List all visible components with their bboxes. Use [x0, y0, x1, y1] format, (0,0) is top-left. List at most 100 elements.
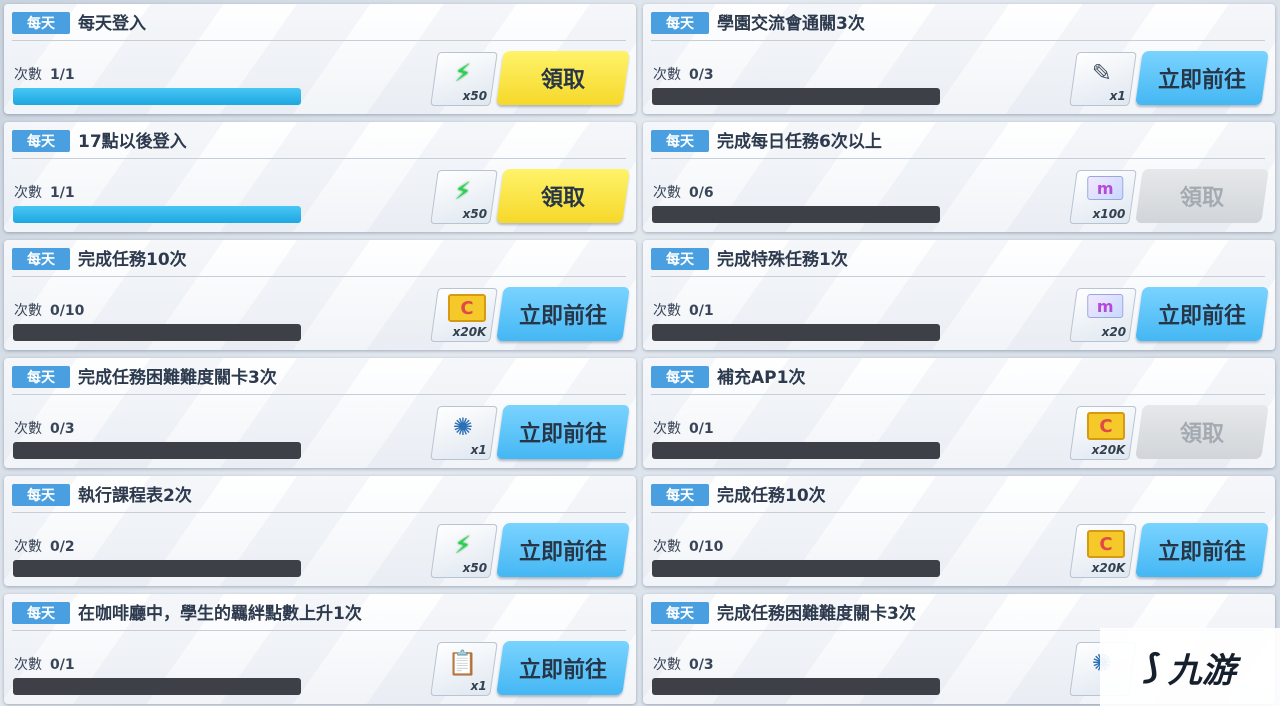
go-now-button[interactable]: 立即前往 — [1135, 51, 1269, 105]
mission-title: 完成任務困難難度關卡3次 — [78, 368, 277, 388]
button-label: 立即前往 — [518, 540, 607, 565]
reward-item[interactable]: m x100 — [1069, 170, 1137, 224]
progress-bar — [652, 560, 940, 577]
watermark-logo-icon: ⟆ — [1144, 647, 1160, 687]
count-value: 0/1 — [689, 421, 714, 437]
go-now-button[interactable]: 立即前往 — [496, 523, 630, 577]
divider — [651, 394, 1265, 395]
count-value: 1/1 — [50, 185, 75, 201]
count-label: 次數 — [14, 67, 42, 83]
button-label: 領取 — [1179, 186, 1224, 211]
reward-item[interactable]: C x20K — [430, 288, 498, 342]
daily-tag: 每天 — [12, 366, 70, 388]
mission-card: 每天 完成任務困難難度關卡3次 次數 0/3 ✺ x1 立即前往 — [4, 358, 636, 468]
reward-item[interactable]: 📋 x1 — [430, 642, 498, 696]
reward-item[interactable]: ⚡ x50 — [430, 524, 498, 578]
reward-item[interactable]: C x20K — [1069, 524, 1137, 578]
button-label: 立即前往 — [518, 658, 607, 683]
credit-card-icon: C — [1086, 530, 1125, 558]
reward-item[interactable]: ✎ x1 — [1069, 52, 1137, 106]
mission-card: 每天 每天登入 次數 1/1 ⚡ x50 領取 — [4, 4, 636, 114]
button-label: 立即前往 — [1157, 540, 1246, 565]
divider — [12, 394, 626, 395]
progress-bar — [13, 88, 301, 105]
claim-button[interactable]: 領取 — [1135, 405, 1269, 459]
mission-title: 執行課程表2次 — [78, 486, 192, 506]
button-label: 領取 — [540, 68, 585, 93]
credit-card-icon: C — [1086, 412, 1125, 440]
shard-icon: ✺ — [452, 413, 473, 441]
reward-quantity: x1 — [1109, 89, 1126, 103]
reward-item[interactable]: C x20K — [1069, 406, 1137, 460]
button-label: 立即前往 — [1157, 304, 1246, 329]
progress-bar — [13, 324, 301, 341]
go-now-button[interactable]: 立即前往 — [496, 405, 630, 459]
count-value: 0/10 — [50, 303, 85, 319]
count-label: 次數 — [653, 67, 681, 83]
divider — [12, 630, 626, 631]
key-icon: ✎ — [1091, 59, 1112, 87]
count-value: 0/6 — [689, 185, 714, 201]
mission-count: 次數 0/10 — [653, 536, 723, 556]
site-watermark: ⟆ 九游 — [1100, 628, 1280, 706]
mission-card: 每天 在咖啡廳中，學生的羈絆點數上升1次 次數 0/1 📋 x1 立即前往 — [4, 594, 636, 704]
energy-icon: ⚡ — [454, 177, 472, 205]
daily-tag: 每天 — [651, 130, 709, 152]
reward-item[interactable]: ⚡ x50 — [430, 170, 498, 224]
daily-tag: 每天 — [12, 12, 70, 34]
go-now-button[interactable]: 立即前往 — [1135, 523, 1269, 577]
mission-title: 完成每日任務6次以上 — [717, 132, 882, 152]
count-label: 次數 — [14, 539, 42, 555]
reward-item[interactable]: ✺ x1 — [430, 406, 498, 460]
progress-bar — [13, 560, 301, 577]
mission-count: 次數 1/1 — [14, 64, 75, 84]
mission-count: 次數 0/6 — [653, 182, 714, 202]
mission-title: 完成特殊任務1次 — [717, 250, 848, 270]
mission-card: 每天 17點以後登入 次數 1/1 ⚡ x50 領取 — [4, 122, 636, 232]
divider — [12, 276, 626, 277]
claim-button[interactable]: 領取 — [1135, 169, 1269, 223]
button-label: 立即前往 — [518, 304, 607, 329]
daily-tag: 每天 — [12, 130, 70, 152]
mission-count: 次數 0/10 — [14, 300, 84, 320]
credit-card-icon: C — [447, 294, 486, 322]
button-label: 領取 — [1179, 422, 1224, 447]
mission-count: 次數 0/1 — [653, 300, 714, 320]
count-value: 1/1 — [50, 67, 75, 83]
daily-tag: 每天 — [12, 602, 70, 624]
daily-tag: 每天 — [12, 484, 70, 506]
go-now-button[interactable]: 立即前往 — [496, 287, 630, 341]
reward-item[interactable]: ⚡ x50 — [430, 52, 498, 106]
claim-button[interactable]: 領取 — [496, 51, 630, 105]
progress-bar — [652, 324, 940, 341]
progress-bar — [652, 678, 940, 695]
mission-title: 學園交流會通關3次 — [717, 14, 865, 34]
mission-card: 每天 完成特殊任務1次 次數 0/1 m x20 立即前往 — [643, 240, 1275, 350]
mission-count: 次數 0/3 — [653, 64, 714, 84]
daily-tag: 每天 — [651, 366, 709, 388]
pyroxene-ticket-icon: m — [1087, 176, 1124, 200]
go-now-button[interactable]: 立即前往 — [496, 641, 630, 695]
reward-quantity: x50 — [462, 89, 487, 103]
claim-button[interactable]: 領取 — [496, 169, 630, 223]
count-value: 0/3 — [50, 421, 75, 437]
daily-tag: 每天 — [651, 602, 709, 624]
divider — [651, 158, 1265, 159]
mission-title: 完成任務10次 — [717, 486, 826, 506]
reward-quantity: x20K — [1091, 561, 1126, 575]
count-label: 次數 — [14, 185, 42, 201]
count-label: 次數 — [653, 657, 681, 673]
mission-count: 次數 0/1 — [14, 654, 75, 674]
reward-quantity: x1 — [470, 679, 487, 693]
go-now-button[interactable]: 立即前往 — [1135, 287, 1269, 341]
count-value: 0/3 — [689, 67, 714, 83]
pyroxene-ticket-icon: m — [1087, 294, 1124, 318]
divider — [12, 40, 626, 41]
mission-card: 每天 完成每日任務6次以上 次數 0/6 m x100 領取 — [643, 122, 1275, 232]
reward-item[interactable]: m x20 — [1069, 288, 1137, 342]
energy-icon: ⚡ — [454, 59, 472, 87]
count-label: 次數 — [14, 657, 42, 673]
count-value: 0/2 — [50, 539, 75, 555]
energy-icon: ⚡ — [454, 531, 472, 559]
progress-bar — [652, 206, 940, 223]
